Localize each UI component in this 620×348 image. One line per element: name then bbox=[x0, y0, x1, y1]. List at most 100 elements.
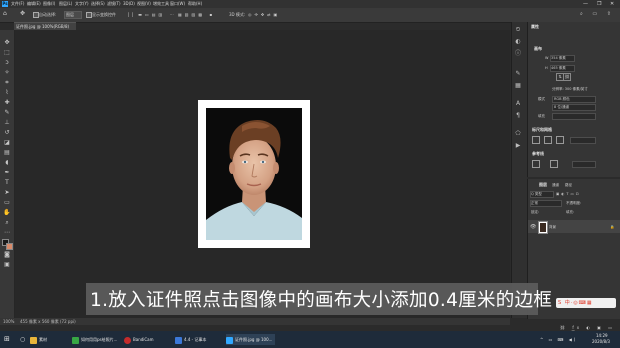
close-icon[interactable]: ✕ bbox=[610, 1, 614, 7]
channels-tab[interactable]: 通道 bbox=[552, 183, 559, 188]
layers-tab[interactable]: 图层 bbox=[539, 182, 547, 188]
layer-name[interactable]: 背景 bbox=[549, 225, 556, 230]
guides-section-title: 参考线 bbox=[532, 151, 544, 156]
eraser-icon[interactable]: ◪ bbox=[3, 139, 11, 147]
ime-toolbar[interactable]: S 中·◎⌨▦ bbox=[556, 298, 616, 308]
blur-icon[interactable]: ◖ bbox=[3, 159, 11, 167]
home-icon[interactable]: ⌂ bbox=[3, 10, 7, 17]
healing-icon[interactable]: ✚ bbox=[3, 99, 11, 107]
grid-color-field[interactable] bbox=[570, 137, 596, 144]
menu-image[interactable]: 图像(I) bbox=[43, 1, 55, 7]
menu-filter[interactable]: 滤镜(T) bbox=[107, 1, 121, 7]
3d-mode-icons[interactable]: ◎✣✥⇄▣ bbox=[248, 12, 280, 17]
marquee-icon[interactable]: ⬚ bbox=[3, 49, 11, 57]
menu-type[interactable]: 文字(Y) bbox=[75, 1, 89, 7]
show-transform-label: 显示变换控件 bbox=[92, 12, 116, 17]
move-icon[interactable]: ✥ bbox=[3, 39, 11, 47]
width-value: 354 像素 bbox=[551, 56, 566, 60]
type-icon[interactable]: T bbox=[3, 179, 11, 187]
distribute-icons[interactable]: ▦▧▨▩ ▪ bbox=[178, 12, 215, 17]
taskbar-search-icon[interactable]: ○ bbox=[20, 334, 25, 345]
menu-window[interactable]: 窗口(W) bbox=[170, 1, 185, 7]
more-icon[interactable]: ⋯ bbox=[3, 229, 11, 237]
layer-filter-icons[interactable]: ▣◐T▭⊡ bbox=[556, 192, 581, 196]
clock-time[interactable]: 14:29 bbox=[596, 333, 608, 338]
clock-date[interactable]: 2020/8/3 bbox=[592, 339, 610, 344]
zoom-icon[interactable]: ⌕ bbox=[3, 219, 11, 227]
menu-3d[interactable]: 3D(D) bbox=[123, 1, 135, 6]
toolbar: ✥ ⬚ ↄ ✧ ⌗ ⌇ ✚ ✎ ⊥ ↺ ◪ ▤ ◖ ✒ T ➤ ▭ ✋ ⌕ ⋯ … bbox=[0, 30, 15, 320]
grid-icon[interactable] bbox=[544, 136, 552, 144]
lock-label: 锁定: bbox=[531, 210, 540, 214]
align-icons[interactable]: ▕▏▬▭▤▥ ⋯ bbox=[126, 12, 177, 17]
bandicam-icon bbox=[124, 336, 131, 344]
properties-title[interactable]: 属性 bbox=[531, 24, 539, 30]
auto-select-label: 自动选择: bbox=[39, 12, 57, 17]
guide-lock-icon[interactable] bbox=[550, 160, 558, 168]
layer-fill-label: 填充: bbox=[566, 210, 575, 214]
taskbar-item-bandicam[interactable]: BandiCam bbox=[124, 334, 154, 345]
taskbar-item-photoshop[interactable]: 证件照.jpg @ 100... bbox=[226, 334, 276, 345]
taskbar-item-folder[interactable]: 素材 bbox=[30, 334, 47, 345]
crop-icon[interactable]: ⌗ bbox=[3, 79, 11, 87]
tray-icons[interactable]: ^ ▭ ⌨ ◀) bbox=[540, 334, 577, 345]
history-panel-icon[interactable]: ⏲ bbox=[514, 26, 522, 34]
menu-select[interactable]: 选择(S) bbox=[91, 1, 105, 7]
path-select-icon[interactable]: ➤ bbox=[3, 189, 11, 197]
history-brush-icon[interactable]: ↺ bbox=[3, 129, 11, 137]
menu-plugins[interactable]: 增效工具 bbox=[153, 1, 169, 7]
search-icon[interactable]: ⌕ ▭ ⇪ bbox=[580, 11, 615, 17]
blend-mode-value: 正常 bbox=[531, 201, 538, 205]
menu-file[interactable]: 文件(F) bbox=[11, 1, 24, 7]
align-section-title: 标尺和网格 bbox=[532, 127, 552, 132]
link-icon[interactable]: ⛓ bbox=[563, 73, 571, 81]
character-panel-icon[interactable]: A bbox=[514, 100, 522, 108]
mode3d-label: 3D 模式: bbox=[229, 12, 246, 17]
swatch-panel-icon[interactable]: ▦ bbox=[514, 82, 522, 90]
gradient-icon[interactable]: ▤ bbox=[3, 149, 11, 157]
taskbar-item-label: 如何用用ps给照片... bbox=[81, 337, 118, 342]
eyedropper-icon[interactable]: ⌇ bbox=[3, 89, 11, 97]
document-tab[interactable]: 证件照.jpg @ 100%(RGB/8) bbox=[14, 22, 76, 30]
path-panel-icon[interactable]: ⬠ bbox=[514, 130, 522, 138]
magic-wand-icon[interactable]: ✧ bbox=[3, 69, 11, 77]
info-panel-icon[interactable]: ⓘ bbox=[514, 50, 522, 58]
start-icon[interactable]: ⊞ bbox=[4, 334, 10, 345]
resolution-label: 分辨率: 300 像素/英寸 bbox=[552, 87, 588, 91]
maximize-icon[interactable]: ❐ bbox=[597, 1, 601, 7]
adjust-panel-icon[interactable]: ◐ bbox=[514, 38, 522, 46]
menu-layer[interactable]: 图层(L) bbox=[59, 1, 72, 7]
paths-tab[interactable]: 路径 bbox=[565, 183, 572, 188]
screen-mode-icon[interactable]: ▣ bbox=[3, 261, 11, 269]
eye-icon[interactable]: 👁 bbox=[530, 224, 536, 230]
taskbar-item-notepad[interactable]: 4.4 - 记事本 bbox=[175, 334, 206, 345]
pen-icon[interactable]: ✒ bbox=[3, 169, 11, 177]
document-info[interactable]: 455 像素 x 560 像素 (72 ppi) bbox=[20, 318, 76, 325]
snap-icon[interactable] bbox=[556, 136, 564, 144]
shape-icon[interactable]: ▭ bbox=[3, 199, 11, 207]
zoom-level[interactable]: 100% bbox=[3, 318, 14, 325]
lasso-icon[interactable]: ↄ bbox=[3, 59, 11, 67]
ruler-icon[interactable] bbox=[532, 136, 540, 144]
actions-panel-icon[interactable]: ▶ bbox=[514, 142, 522, 150]
taskbar-item-browser[interactable]: 如何用用ps给照片... bbox=[72, 334, 117, 345]
stamp-icon[interactable]: ⊥ bbox=[3, 119, 11, 127]
menu-bar: Ps 文件(F) 编辑(E) 图像(I) 图层(L) 文字(Y) 选择(S) 滤… bbox=[0, 0, 620, 8]
quick-mask-icon[interactable]: ◙ bbox=[3, 251, 11, 259]
taskbar-item-label: 素材 bbox=[39, 337, 47, 342]
background-color-swatch[interactable] bbox=[6, 243, 13, 250]
guide-style-field[interactable] bbox=[572, 161, 596, 168]
menu-edit[interactable]: 编辑(E) bbox=[27, 1, 41, 7]
menu-view[interactable]: 视图(V) bbox=[137, 1, 151, 7]
menu-help[interactable]: 帮助(H) bbox=[188, 1, 202, 7]
fill-dropdown[interactable] bbox=[552, 113, 596, 120]
hand-icon[interactable]: ✋ bbox=[3, 209, 11, 217]
layer-lock-icon: 🔒 bbox=[610, 225, 615, 229]
brush-icon[interactable]: ✎ bbox=[3, 109, 11, 117]
paragraph-panel-icon[interactable]: ¶ bbox=[514, 112, 522, 120]
brush-panel-icon[interactable]: ✎ bbox=[514, 70, 522, 78]
taskbar-item-label: BandiCam bbox=[133, 337, 154, 342]
minimize-icon[interactable]: — bbox=[583, 1, 588, 7]
guide-icon[interactable] bbox=[532, 160, 540, 168]
move-tool-icon[interactable]: ✥ bbox=[20, 10, 25, 17]
